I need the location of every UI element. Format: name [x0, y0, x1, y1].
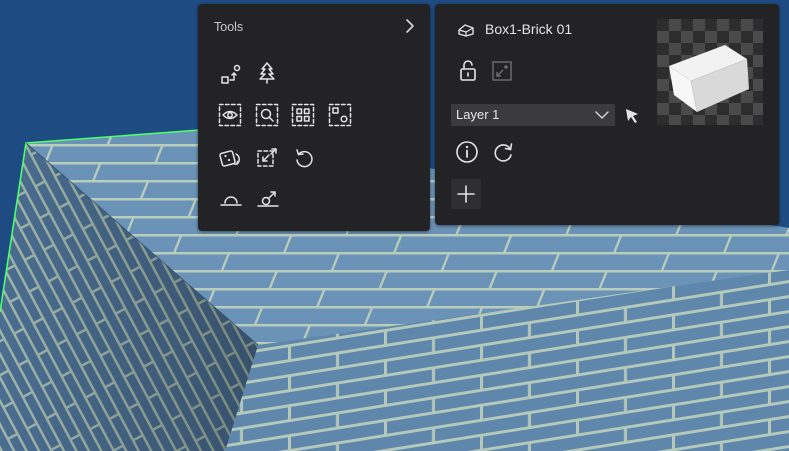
drop-to-ground-button[interactable] [218, 186, 244, 212]
tree-tool-button[interactable] [254, 60, 280, 86]
tools-panel-title: Tools [214, 20, 244, 34]
object-name: Box1-Brick 01 [485, 21, 573, 37]
undo-button[interactable] [291, 145, 317, 171]
grid-select-icon [291, 103, 315, 127]
eye-select-icon [218, 103, 242, 127]
tools-panel: Tools [198, 4, 430, 231]
link-tool-button[interactable] [218, 62, 244, 88]
frame-select-button[interactable] [327, 102, 353, 128]
zoom-select-button[interactable] [254, 102, 280, 128]
grid-select-button[interactable] [290, 102, 316, 128]
layer-dropdown[interactable]: Layer 1 [451, 104, 615, 126]
cursor-pick-icon[interactable] [623, 107, 641, 125]
reset-transform-icon [257, 148, 277, 167]
add-button[interactable] [451, 179, 481, 209]
frame-select-icon [328, 103, 352, 127]
refresh-icon[interactable] [491, 140, 515, 164]
object-properties-panel: Box1-Brick 01 Layer 1 [435, 4, 779, 225]
dice-rotate-icon [219, 150, 240, 167]
plus-icon [457, 185, 475, 203]
object-thumbnail [657, 19, 763, 125]
zoom-select-icon [255, 103, 279, 127]
unlock-icon[interactable] [457, 59, 479, 83]
layer-dropdown-value: Layer 1 [456, 107, 500, 122]
hierarchy-link-icon [221, 64, 241, 84]
align-surface-button[interactable] [255, 186, 281, 212]
undo-icon [296, 149, 313, 168]
info-icon[interactable] [455, 140, 479, 164]
object-box-icon [458, 24, 474, 37]
chevron-down-icon [595, 111, 609, 119]
view-select-button[interactable] [217, 102, 243, 128]
pivot-icon[interactable] [491, 60, 513, 82]
drop-to-ground-icon [220, 196, 242, 206]
box-preview-image [669, 45, 749, 113]
align-to-surface-icon [257, 191, 279, 207]
chevron-right-icon[interactable] [403, 18, 417, 34]
randomize-button[interactable] [217, 145, 243, 171]
tree-icon [259, 62, 275, 84]
reset-transform-button[interactable] [254, 145, 280, 171]
